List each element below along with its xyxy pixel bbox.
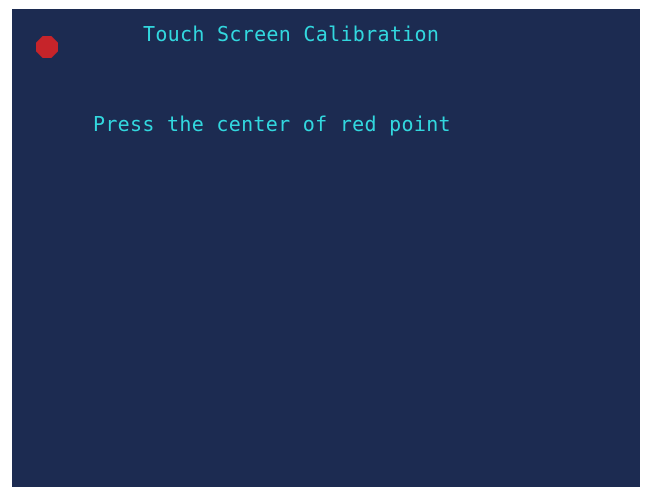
calibration-target[interactable]: [22, 22, 74, 74]
calibration-instruction: Press the center of red point: [93, 112, 451, 136]
calibration-screen[interactable]: Touch Screen Calibration Press the cente…: [12, 9, 640, 487]
red-point-icon[interactable]: [36, 36, 58, 58]
page-title: Touch Screen Calibration: [143, 22, 440, 46]
